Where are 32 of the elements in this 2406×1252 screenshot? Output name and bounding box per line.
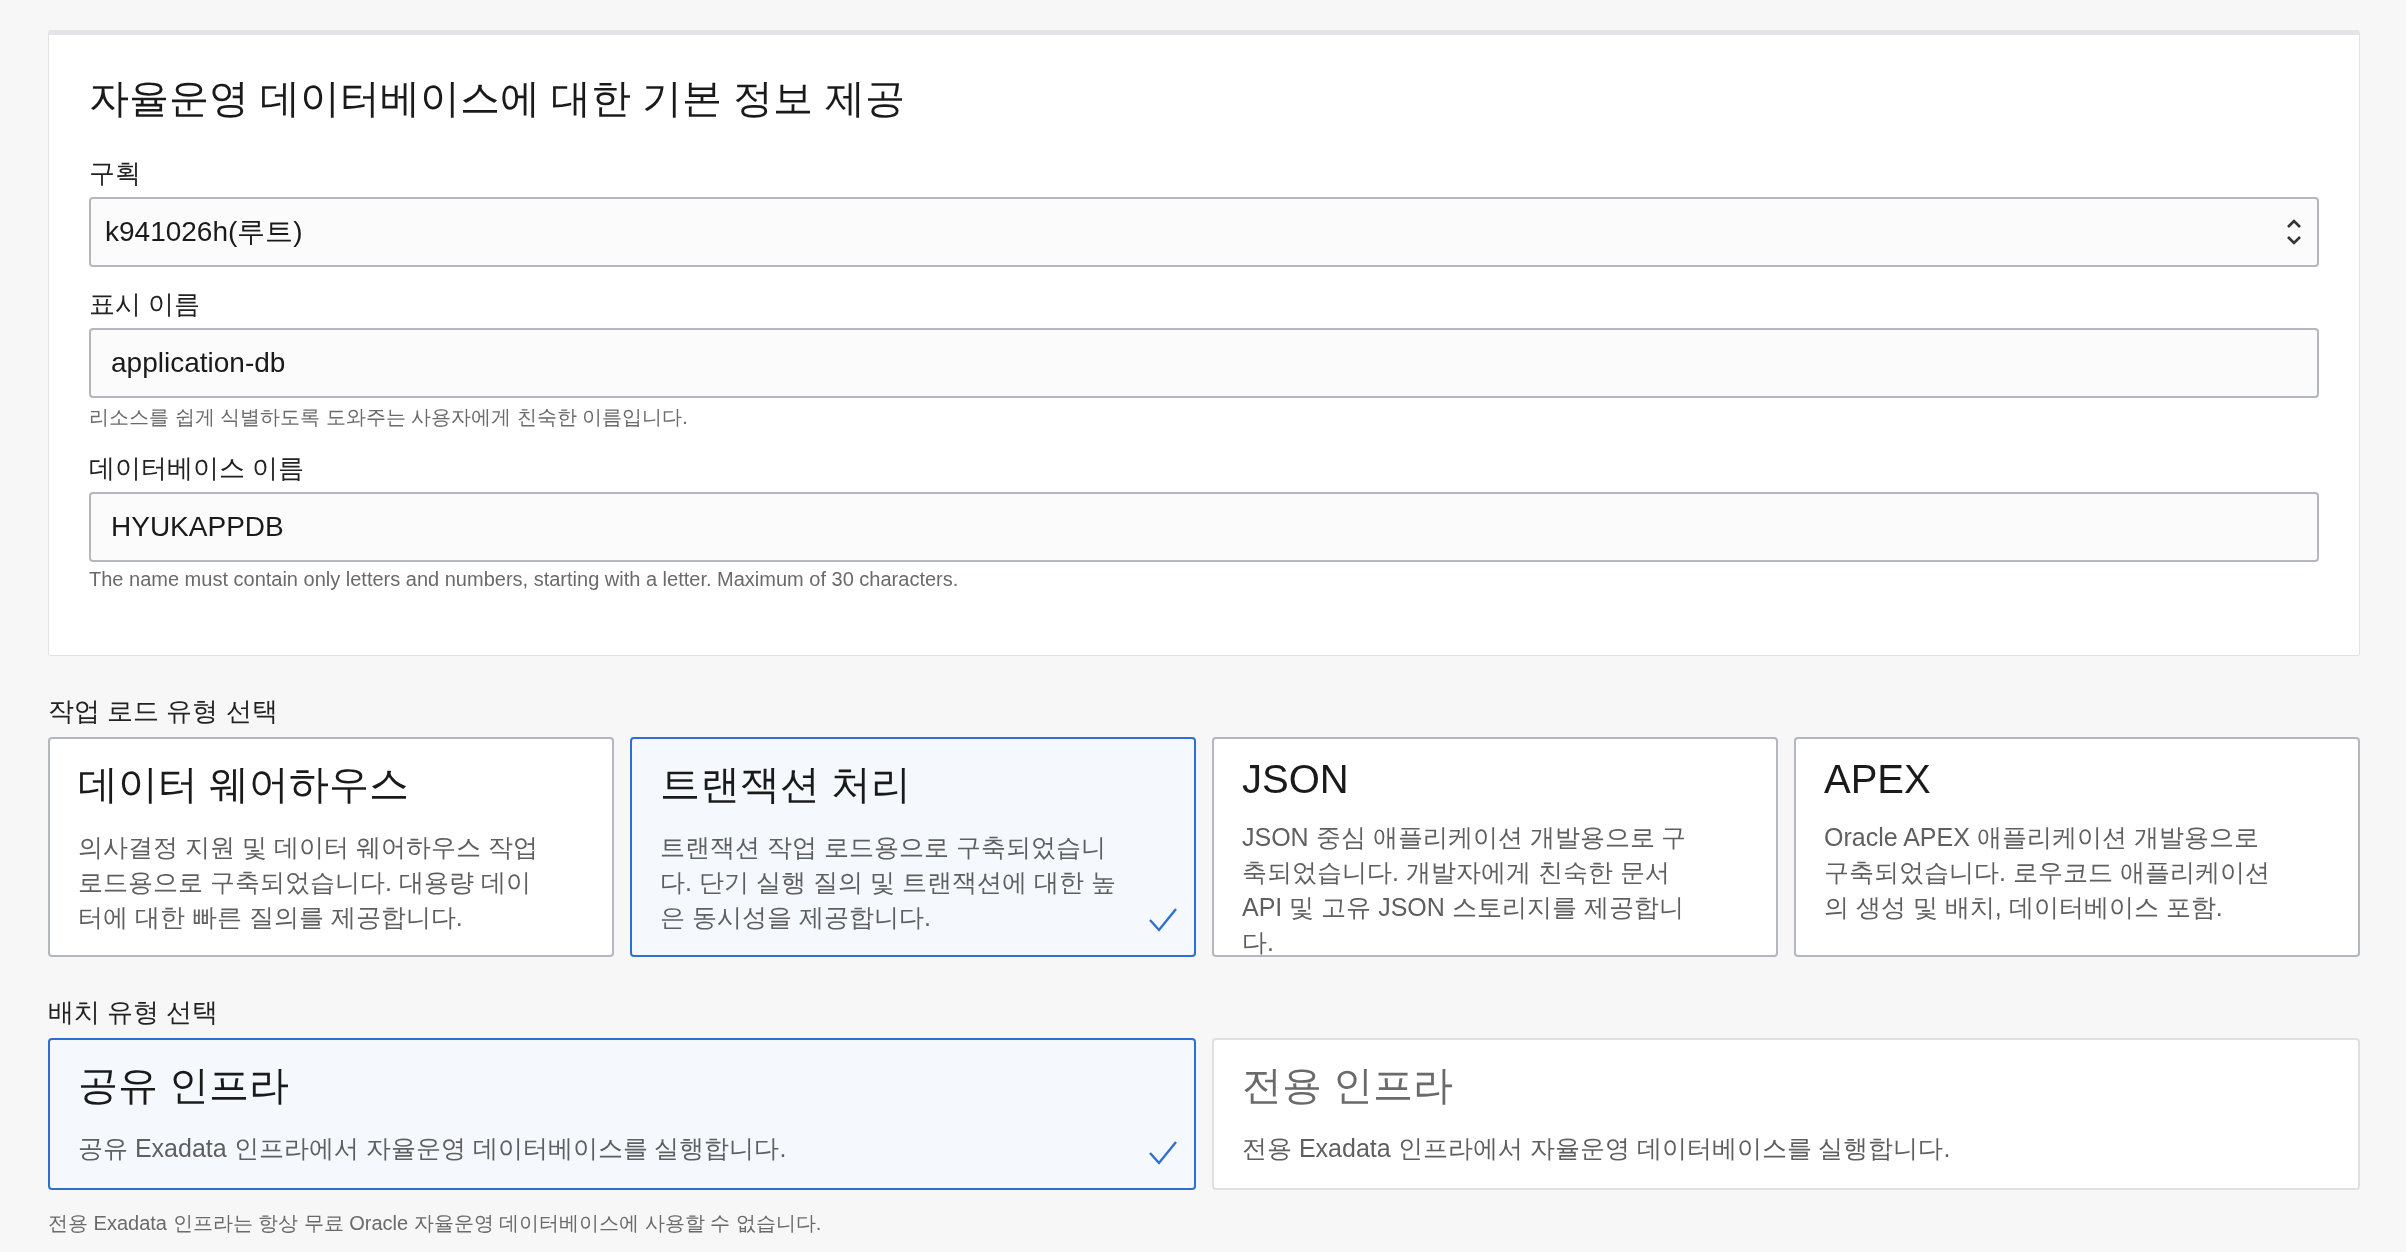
option-title: APEX (1824, 757, 1931, 802)
option-description: 전용 Exadata 인프라에서 자율운영 데이터베이스를 실행합니다. (1242, 1133, 1951, 1164)
group-label: 배치 유형 선택 (48, 996, 219, 1029)
check-icon (1148, 1140, 1178, 1166)
field-label: 데이터베이스 이름 (89, 452, 305, 485)
option-description: Oracle APEX 애플리케이션 개발용으로 구축되었습니다. 로우코드 애플리케이션의 생성 및 배치, 데이터베이스 포함. (1824, 822, 2271, 923)
option-title: 전용 인프라 (1242, 1062, 1454, 1109)
note-text: 전용 Exadata 인프라는 항상 무료 Oracle 자율운영 데이터베이스에 사용할 수 없습니다. (48, 1211, 822, 1236)
check-icon (1148, 907, 1178, 933)
workload-option[interactable]: 데이터 웨어하우스 의사결정 지원 및 데이터 웨어하우스 작업 로드용으로 구축되었습니다. 대용량 데이터에 대한 빠른 질의를 제공합니다. (48, 737, 614, 957)
option-title: 공유 인프라 (78, 1062, 290, 1109)
option-description: 의사결정 지원 및 데이터 웨어하우스 작업 로드용으로 구축되었습니다. 대용량 데이터에 대한 빠른 질의를 제공합니다. (78, 832, 539, 933)
option-title: 데이터 웨어하우스 (78, 761, 410, 808)
text-input[interactable]: HYUKAPPDB (89, 492, 2319, 562)
section-title: 자율운영 데이터베이스에 대한 기본 정보 제공 (89, 75, 906, 122)
help-text: The name must contain only letters and numbers, starting with a letter. Maximum of 30 characters. (89, 568, 959, 591)
option-title: JSON (1242, 757, 1349, 802)
text-input[interactable]: application-db (89, 328, 2319, 398)
option-description: 트랜잭션 작업 로드용으로 구축되었습니다. 단기 실행 질의 및 트랜잭션에 대한 높은 동시성을 제공합니다. (660, 832, 1117, 933)
option-description: JSON 중심 애플리케이션 개발용으로 구축되었습니다. 개발자에게 친숙한 문서 API 및 고유 JSON 스토리지를 제공합니다. (1242, 822, 1688, 958)
compartment-select[interactable]: k941026h(루트) (89, 197, 2319, 267)
workload-option[interactable]: JSON JSON 중심 애플리케이션 개발용으로 구축되었습니다. 개발자에게 친숙한 문서 API 및 고유 JSON 스토리지를 제공합니다. (1212, 737, 1778, 957)
group-label: 작업 로드 유형 선택 (48, 695, 278, 728)
deployment-option[interactable]: 공유 인프라 공유 Exadata 인프라에서 자율운영 데이터베이스를 실행합니다. (48, 1038, 1196, 1190)
help-text: 리소스를 쉽게 식별하도록 도와주는 사용자에게 친숙한 이름입니다. (89, 405, 688, 430)
option-title: 트랜잭션 처리 (660, 761, 912, 808)
field-label: 표시 이름 (89, 288, 201, 321)
workload-option[interactable]: 트랜잭션 처리 트랜잭션 작업 로드용으로 구축되었습니다. 단기 실행 질의 및 트랜잭션에 대한 높은 동시성을 제공합니다. (630, 737, 1196, 957)
workload-option[interactable]: APEX Oracle APEX 애플리케이션 개발용으로 구축되었습니다. 로우코드 애플리케이션의 생성 및 배치, 데이터베이스 포함. (1794, 737, 2360, 957)
option-description: 공유 Exadata 인프라에서 자율운영 데이터베이스를 실행합니다. (78, 1133, 787, 1164)
field-label: 구획 (89, 157, 141, 190)
chevron-up-down-icon (2285, 217, 2303, 247)
